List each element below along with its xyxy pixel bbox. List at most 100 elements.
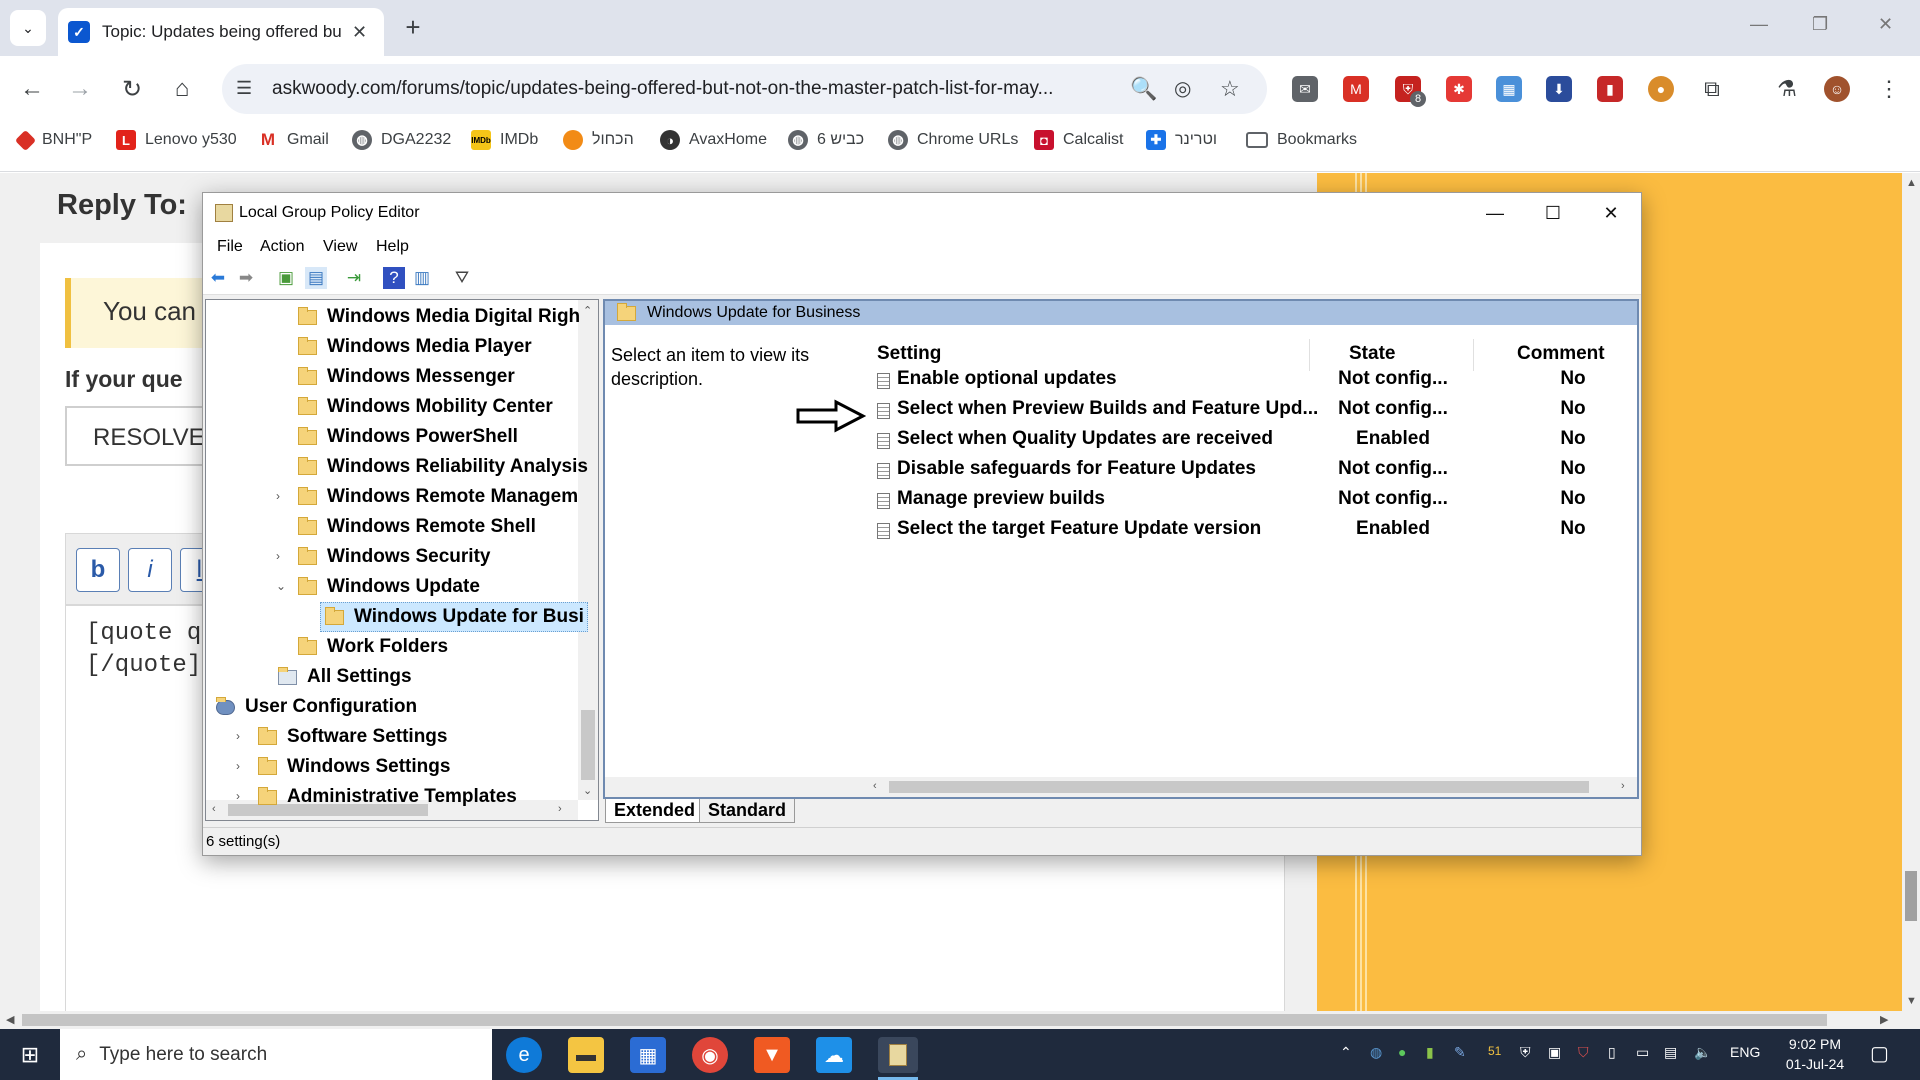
export-list-icon[interactable]: ⇥ (343, 267, 365, 289)
qbittorrent-icon[interactable]: ◍ (1370, 1044, 1382, 1061)
menu-action[interactable]: Action (260, 238, 304, 256)
bookmark-item[interactable]: M Gmail (258, 122, 329, 158)
bookmark-item[interactable]: ◍ 6 כביש (788, 122, 864, 158)
language-indicator[interactable]: ENG (1730, 1044, 1760, 1060)
volume-icon[interactable]: 🔈 (1694, 1044, 1711, 1061)
battery-icon[interactable]: ▭ (1636, 1044, 1649, 1061)
extensions-puzzle-icon[interactable]: ⧉ (1699, 76, 1725, 102)
zoom-icon[interactable]: 🔍 (1130, 76, 1157, 102)
tree-item[interactable]: Windows Security (298, 542, 490, 572)
scroll-right-icon[interactable]: › (1621, 780, 1625, 792)
chevron-down-icon[interactable]: ⌄ (276, 579, 286, 593)
menu-view[interactable]: View (323, 238, 357, 256)
chevron-right-icon[interactable]: › (276, 549, 280, 563)
bookmark-item[interactable]: ◑ AvaxHome (660, 122, 767, 158)
chevron-right-icon[interactable]: › (236, 789, 240, 803)
red-extension-icon[interactable]: ✱ (1446, 76, 1472, 102)
bookmark-item[interactable]: ◍ DGA2232 (352, 122, 451, 158)
tree-item[interactable]: Windows Update (298, 572, 480, 602)
tree-item[interactable]: Windows Mobility Center (298, 392, 553, 422)
taskbar-clock[interactable]: 9:02 PM 01-Jul-24 (1770, 1034, 1860, 1074)
start-button[interactable]: ⊞ (0, 1029, 60, 1080)
show-hide-tree-icon[interactable]: ▤ (305, 267, 327, 289)
chevron-right-icon[interactable]: › (236, 729, 240, 743)
scroll-right-icon[interactable]: ▶ (1880, 1013, 1888, 1026)
italic-button[interactable]: i (128, 548, 172, 592)
scroll-left-icon[interactable]: ‹ (212, 803, 216, 815)
gp-minimize-button[interactable]: — (1475, 199, 1515, 227)
bookmark-star-icon[interactable]: ☆ (1220, 76, 1240, 102)
bookmark-item[interactable]: הכחול (563, 122, 634, 158)
tree-item[interactable]: All Settings (278, 662, 412, 692)
forward-arrow-icon[interactable]: ➡ (235, 267, 257, 289)
settings-hscroll-thumb[interactable] (889, 781, 1589, 793)
settings-horizontal-scrollbar[interactable]: ‹ › (605, 777, 1637, 797)
bookmark-item[interactable]: ◘ Calcalist (1034, 122, 1123, 158)
bookmark-item[interactable]: IMDb IMDb (471, 122, 538, 158)
green-tray-icon[interactable]: ▮ (1426, 1044, 1434, 1061)
onedrive-icon[interactable]: ☁ (816, 1037, 852, 1073)
tree-item[interactable]: Work Folders (298, 632, 448, 662)
tree-item[interactable]: Windows Settings (258, 752, 450, 782)
gp-tree-pane[interactable]: ⌃ ⌄ ‹ › Windows Media Digital Righ Window… (205, 299, 599, 821)
filter-icon[interactable]: ⛛ (451, 267, 473, 289)
tree-item[interactable]: User Configuration (216, 692, 417, 722)
scroll-up-icon[interactable]: ▲ (1906, 177, 1917, 189)
gpedit-taskbar-icon[interactable] (878, 1037, 918, 1073)
tree-scroll-thumb[interactable] (581, 710, 595, 780)
setting-name[interactable]: Select when Preview Builds and Feature U… (897, 398, 1318, 420)
edge-icon[interactable]: e (506, 1037, 542, 1073)
column-header-setting[interactable]: Setting (877, 343, 941, 365)
close-tab-icon[interactable]: ✕ (352, 22, 367, 43)
store-icon[interactable]: ▦ (630, 1037, 666, 1073)
tree-item[interactable]: Windows Update for Busi (320, 602, 588, 632)
tab-extended[interactable]: Extended (605, 799, 705, 823)
scroll-right-icon[interactable]: › (558, 803, 562, 815)
cookie-extension-icon[interactable]: ● (1648, 76, 1674, 102)
bookmark-item[interactable]: BNH"P (14, 122, 92, 158)
antivirus-tray-icon[interactable]: ⛉ (1578, 1044, 1589, 1061)
mail-extension-icon[interactable]: ✉ (1292, 76, 1318, 102)
tree-item[interactable]: Windows Remote Shell (298, 512, 536, 542)
scroll-down-icon[interactable]: ▼ (1906, 995, 1917, 1007)
tab-search-button[interactable]: ⌄ (10, 10, 46, 46)
setting-name[interactable]: Select the target Feature Update version (897, 518, 1261, 540)
page-hscroll-thumb[interactable] (22, 1014, 1827, 1026)
home-button[interactable]: ⌂ (166, 73, 198, 105)
properties-pane-icon[interactable]: ▥ (411, 267, 433, 289)
bookmark-item[interactable]: ◍ Chrome URLs (888, 122, 1018, 158)
tray-overflow-icon[interactable]: ⌃ (1340, 1044, 1352, 1061)
minimize-window-button[interactable]: — (1750, 14, 1768, 35)
taskbar-search[interactable]: ⌕ Type here to search (60, 1029, 492, 1080)
back-arrow-icon[interactable]: ⬅ (207, 267, 229, 289)
page-vertical-scrollbar[interactable]: ▲ ▼ (1902, 173, 1920, 1011)
notification-center-icon[interactable]: ▢ (1870, 1041, 1889, 1066)
download-extension-icon[interactable]: ⬇ (1546, 76, 1572, 102)
book-extension-icon[interactable]: ▮ (1597, 76, 1623, 102)
restore-window-button[interactable]: ❐ (1812, 14, 1828, 35)
chevron-right-icon[interactable]: › (276, 489, 280, 503)
gmail-extension-icon[interactable]: M (1343, 76, 1369, 102)
reload-button[interactable]: ↻ (116, 73, 148, 105)
column-header-comment[interactable]: Comment (1517, 343, 1605, 365)
scroll-left-icon[interactable]: ◀ (6, 1013, 14, 1026)
tree-vertical-scrollbar[interactable]: ⌃ ⌄ (578, 300, 598, 800)
setting-name[interactable]: Select when Quality Updates are received (897, 428, 1273, 450)
setting-name[interactable]: Disable safeguards for Feature Updates (897, 458, 1256, 480)
setting-name[interactable]: Manage preview builds (897, 488, 1105, 510)
new-tab-button[interactable]: + (398, 12, 428, 42)
brave-icon[interactable]: ▼ (754, 1037, 790, 1073)
help-icon[interactable]: ? (383, 267, 405, 289)
display-tray-icon[interactable]: ▣ (1548, 1044, 1561, 1061)
column-header-state[interactable]: State (1349, 343, 1395, 365)
chrome-icon[interactable]: ◉ (692, 1037, 728, 1073)
menu-file[interactable]: File (217, 238, 243, 256)
profile-avatar[interactable]: ☺ (1824, 76, 1850, 102)
tree-item[interactable]: Administrative Templates (258, 782, 517, 812)
bookmark-folder[interactable]: Bookmarks (1246, 122, 1357, 158)
security-shield-icon[interactable]: ⛨ (1520, 1044, 1531, 1061)
gp-maximize-button[interactable]: ☐ (1533, 199, 1573, 227)
tree-item[interactable]: Windows Media Digital Righ (298, 302, 580, 332)
more-menu-icon[interactable]: ⋮ (1876, 76, 1902, 102)
scroll-down-icon[interactable]: ⌄ (583, 784, 592, 797)
